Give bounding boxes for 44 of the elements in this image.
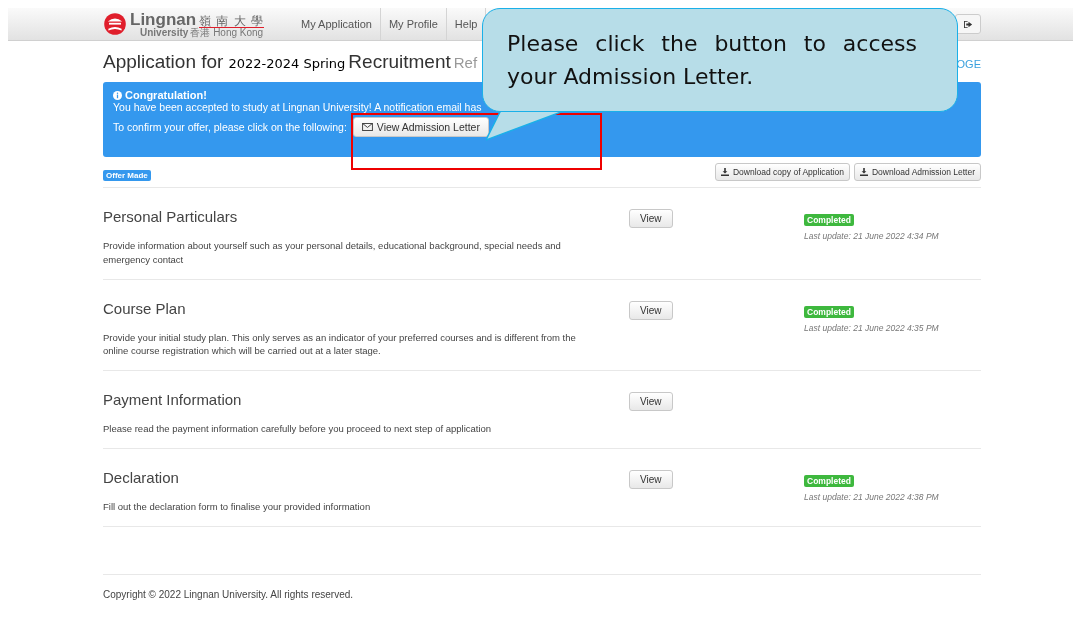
section-description: Fill out the declaration form to finalise your provided information [103, 499, 372, 514]
logo-location: 香港 Hong Kong [190, 27, 264, 38]
callout-text: Please click the button to access your Admission Letter. [507, 30, 917, 91]
view-button[interactable]: View [629, 469, 673, 489]
reference-label: Ref [453, 54, 478, 71]
info-icon [113, 90, 122, 100]
logo-icon [103, 12, 127, 36]
alert-heading: Congratulation! [125, 89, 207, 101]
download-button[interactable]: Download copy of Application [714, 163, 850, 181]
download-icon [720, 168, 729, 176]
recruitment-title: Recruitment [348, 51, 451, 73]
nav-link[interactable]: My Application [293, 8, 381, 40]
view-button[interactable]: View [629, 300, 673, 320]
section-title: Course Plan [103, 299, 187, 317]
page-title: Application for [103, 51, 224, 73]
logo-wordmark: Lingnan [130, 10, 197, 28]
logo-subtitle: University [140, 27, 189, 38]
nav-link[interactable]: My Profile [380, 8, 447, 40]
status-badge: Completed [804, 214, 854, 226]
section-description: Provide your initial study plan. This only serves as an indicator of your preferred courses and is different from the online course registration which will be carried out at a later stage. [103, 330, 577, 359]
view-button[interactable]: View [629, 392, 673, 412]
alert-message: You have been accepted to study at Lingnan University! A notification email has [113, 101, 483, 113]
section-title: Personal Particulars [103, 208, 239, 225]
last-update: Last update: 21 June 2022 4:35 PM [804, 322, 940, 333]
section-description: Please read the payment information carefully before you proceed to next step of application [103, 422, 493, 436]
alert-prompt: To confirm your offer, please click on the following: [113, 121, 347, 133]
section-title: Declaration [103, 468, 180, 486]
view-letter-button[interactable]: View Admission Letter [352, 117, 489, 137]
download-icon [860, 168, 868, 176]
status-badge: Completed [804, 305, 854, 318]
view-button[interactable]: View [629, 209, 673, 228]
copyright-text: Copyright © 2022 Lingnan University. All rights reserved. [103, 588, 354, 600]
term-label: 2022-2024 Spring [228, 56, 346, 71]
logout-button[interactable] [955, 14, 981, 34]
envelope-icon [361, 123, 373, 131]
status-badge: Completed [804, 474, 854, 487]
logo-chinese: 嶺 南 大 學 [199, 14, 265, 28]
logout-icon [962, 19, 974, 29]
last-update: Last update: 21 June 2022 4:38 PM [804, 491, 940, 502]
section-description: Provide information about yourself such as your personal details, educational background, special needs and emergency contact [103, 239, 562, 267]
section-title: Payment Information [103, 391, 243, 409]
last-update: Last update: 21 June 2022 4:34 PM [804, 231, 940, 241]
download-button[interactable]: Download Admission Letter [854, 163, 981, 181]
status-label: Offer Made [103, 170, 151, 181]
